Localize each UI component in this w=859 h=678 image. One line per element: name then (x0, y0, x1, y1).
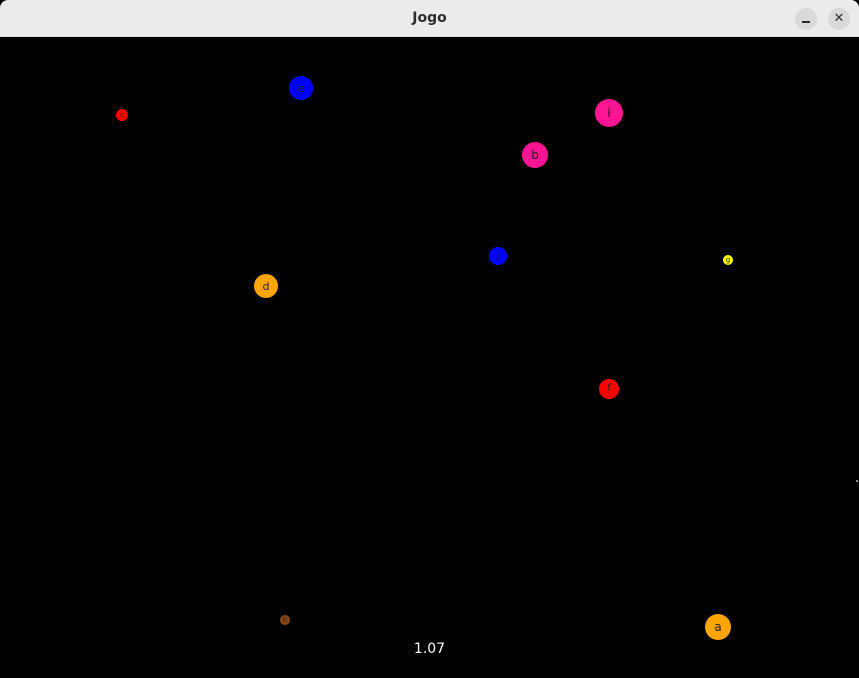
ball-i[interactable]: i (595, 99, 623, 127)
ball-e[interactable]: e (289, 76, 313, 100)
ball-d[interactable]: d (254, 274, 278, 298)
ball-g[interactable]: g (723, 255, 733, 265)
ball-b[interactable]: b (522, 142, 548, 168)
edge-marker (856, 480, 858, 482)
close-icon: ✕ (833, 11, 845, 26)
score-text: 1.07 (413, 641, 446, 657)
ball-h[interactable]: h (280, 615, 290, 625)
app-window: Jogo ✕ 1.07 e c i b j g d f h a (0, 0, 859, 678)
minimize-button[interactable] (795, 8, 817, 30)
close-button[interactable]: ✕ (828, 8, 850, 30)
title-bar[interactable]: Jogo ✕ (0, 0, 859, 37)
ball-a[interactable]: a (705, 614, 731, 640)
window-title: Jogo (412, 10, 447, 26)
ball-c[interactable]: c (116, 109, 128, 121)
ball-f[interactable]: f (599, 379, 619, 399)
game-canvas[interactable]: 1.07 e c i b j g d f h a (0, 37, 859, 678)
minimize-icon (802, 21, 810, 23)
ball-j[interactable]: j (489, 247, 507, 265)
